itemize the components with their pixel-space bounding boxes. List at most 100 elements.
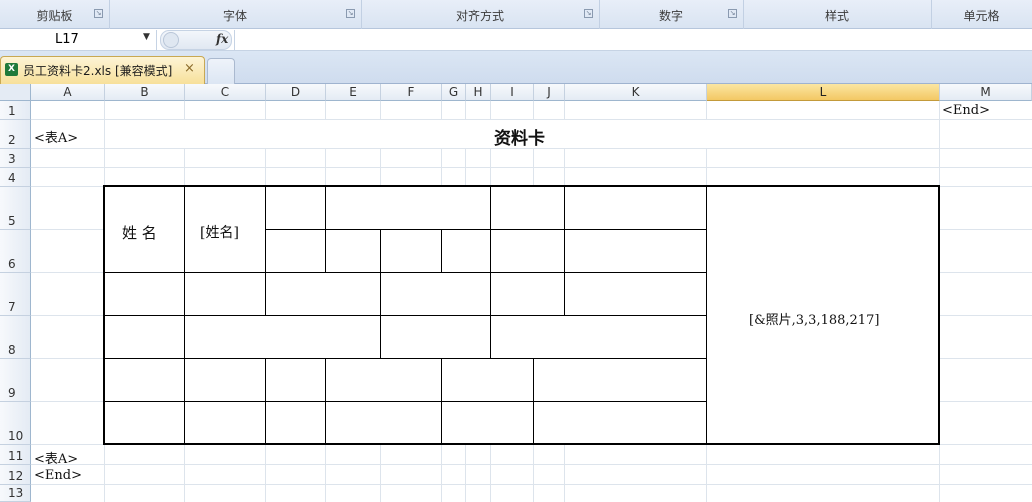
ribbon-group-label: 单元格	[963, 9, 1000, 23]
row-number: 1	[8, 104, 16, 118]
name-box-value: L17	[55, 32, 79, 47]
table-line	[380, 315, 381, 359]
name-box[interactable]: L17 ▼	[0, 30, 157, 50]
cell-m1-end-marker[interactable]: <End>	[942, 103, 990, 118]
formula-controls: fx	[160, 30, 232, 50]
gridline	[31, 464, 1032, 465]
row-header-5[interactable]: 5	[0, 187, 31, 230]
column-header-k[interactable]: K	[565, 84, 707, 101]
chevron-down-icon[interactable]: ▼	[143, 32, 150, 42]
row-header-10[interactable]: 10	[0, 402, 31, 445]
select-all-corner[interactable]	[0, 84, 31, 101]
column-header-e[interactable]: E	[326, 84, 381, 101]
photo-field-cell[interactable]: [&照片,3,3,188,217]	[749, 309, 879, 328]
expand-icon[interactable]	[163, 32, 179, 48]
excel-file-icon: X	[5, 63, 18, 76]
column-header-c[interactable]: C	[185, 84, 266, 101]
ribbon-group-clipboard: 剪贴板 ↘	[0, 0, 110, 29]
row-header-8[interactable]: 8	[0, 316, 31, 359]
table-line	[325, 358, 326, 444]
new-workbook-tab[interactable]	[207, 58, 235, 84]
table-border	[103, 443, 940, 445]
row-header-7[interactable]: 7	[0, 273, 31, 316]
ribbon-group-styles: 样式	[743, 0, 932, 29]
column-header-i[interactable]: I	[491, 84, 534, 101]
row-number: 9	[8, 386, 16, 400]
table-line	[325, 186, 326, 273]
dialog-launcher-icon[interactable]: ↘	[346, 9, 355, 18]
insert-function-icon[interactable]: fx	[216, 32, 228, 46]
ribbon-group-label: 剪贴板	[36, 9, 73, 23]
table-border	[706, 186, 707, 444]
cell-a12-end-marker[interactable]: <End>	[34, 468, 82, 483]
ribbon-group-bar: 剪贴板 ↘ 字体 ↘ 对齐方式 ↘ 数字 ↘ 样式 单元格	[0, 0, 1032, 29]
workbook-tab-strip: X 员工资料卡2.xls [兼容模式] ×	[0, 51, 1032, 84]
table-line	[380, 272, 381, 316]
table-line	[184, 315, 185, 359]
ribbon-group-alignment: 对齐方式 ↘	[361, 0, 600, 29]
row-number: 12	[8, 469, 24, 483]
ribbon-group-font: 字体 ↘	[109, 0, 362, 29]
column-header-a[interactable]: A	[31, 84, 105, 101]
table-line	[104, 358, 706, 359]
row-number: 3	[8, 152, 16, 166]
table-line	[184, 358, 185, 444]
column-header-l[interactable]: L	[707, 84, 940, 101]
table-border	[938, 185, 940, 445]
row-header-13[interactable]: 13	[0, 485, 31, 502]
row-header-2[interactable]: 2	[0, 120, 31, 149]
table-line	[533, 358, 534, 444]
row-header-1[interactable]: 1	[0, 101, 31, 120]
formula-bar: L17 ▼ fx	[0, 29, 1032, 51]
table-line	[490, 186, 491, 273]
column-header-h[interactable]: H	[466, 84, 491, 101]
row-number: 4	[8, 171, 16, 185]
dialog-launcher-icon[interactable]: ↘	[728, 9, 737, 18]
table-line	[265, 229, 706, 230]
row-header-9[interactable]: 9	[0, 359, 31, 402]
sheet-title[interactable]: 资料卡	[494, 124, 545, 149]
formula-input[interactable]	[234, 30, 1032, 50]
row-header-12[interactable]: 12	[0, 465, 31, 485]
ribbon-group-label: 数字	[658, 9, 683, 23]
column-header-b[interactable]: B	[105, 84, 185, 101]
table-border	[103, 185, 940, 187]
table-line	[104, 315, 706, 316]
table-line	[265, 186, 266, 273]
table-line	[441, 358, 442, 444]
column-header-d[interactable]: D	[266, 84, 326, 101]
row-header-6[interactable]: 6	[0, 230, 31, 273]
cell-a2-table-marker[interactable]: <表A>	[34, 127, 78, 146]
column-header-g[interactable]: G	[442, 84, 466, 101]
column-header-m[interactable]: M	[940, 84, 1032, 101]
close-icon[interactable]: ×	[184, 61, 195, 76]
row-header-11[interactable]: 11	[0, 445, 31, 465]
ribbon-group-label: 字体	[222, 9, 247, 23]
name-label-cell[interactable]: 姓 名	[122, 222, 157, 243]
row-number: 6	[8, 257, 16, 271]
workbook-tab-label: 员工资料卡2.xls [兼容模式]	[23, 64, 173, 78]
row-header-3[interactable]: 3	[0, 149, 31, 168]
table-line	[184, 186, 185, 273]
row-number: 2	[8, 133, 16, 147]
table-line	[265, 272, 266, 316]
table-line	[441, 229, 442, 273]
row-header-4[interactable]: 4	[0, 168, 31, 187]
workbook-tab-active[interactable]: X 员工资料卡2.xls [兼容模式] ×	[0, 56, 205, 84]
column-header-j[interactable]: J	[534, 84, 565, 101]
table-line	[104, 401, 706, 402]
table-line	[490, 315, 491, 359]
dialog-launcher-icon[interactable]: ↘	[584, 9, 593, 18]
table-line	[490, 272, 491, 316]
row-number: 11	[8, 449, 24, 463]
name-field-cell[interactable]: [姓名]	[200, 222, 239, 242]
cell-a11-table-marker[interactable]: <表A>	[34, 448, 78, 467]
table-line	[380, 229, 381, 273]
column-header-f[interactable]: F	[381, 84, 442, 101]
ribbon-group-cells: 单元格	[931, 0, 1032, 29]
spreadsheet-grid[interactable]: A B C D E F G H I J K L M 1 2 3 4 5 6 7 …	[0, 84, 1032, 502]
gridline	[31, 167, 1032, 168]
table-line	[265, 358, 266, 444]
row-number: 10	[8, 429, 24, 443]
dialog-launcher-icon[interactable]: ↘	[94, 9, 103, 18]
